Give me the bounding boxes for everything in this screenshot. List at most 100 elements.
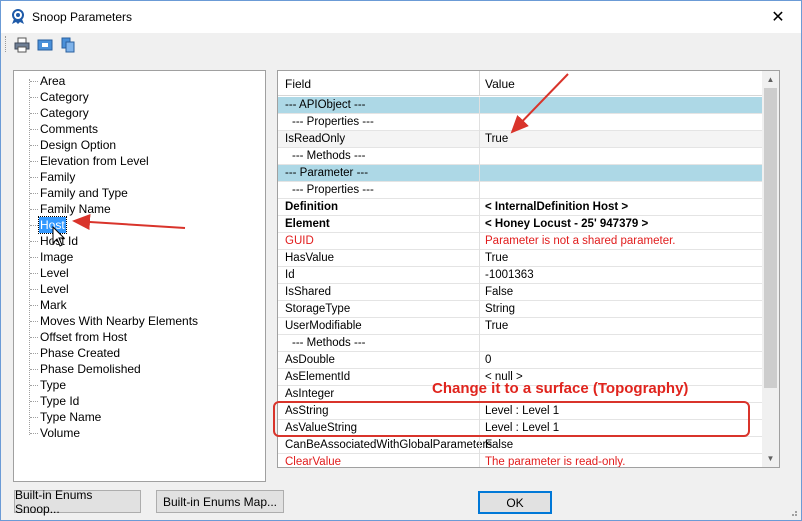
field-cell: AsInteger xyxy=(285,388,335,400)
annotation-text: Change it to a surface (Topography) xyxy=(432,380,689,397)
snoop-app-icon xyxy=(12,9,24,24)
value-cell: Parameter is not a shared parameter. xyxy=(485,235,676,247)
value-cell: False xyxy=(485,286,514,298)
grid-row[interactable]: CanBeAssociatedWithGlobalParameters False xyxy=(278,437,763,454)
grid-row[interactable]: ClearValue The parameter is read-only. xyxy=(278,454,763,468)
resize-grip-icon[interactable] xyxy=(788,507,798,517)
value-cell: < InternalDefinition Host > xyxy=(485,201,629,213)
grid-row[interactable]: Element < Honey Locust - 25' 947379 > xyxy=(278,216,763,233)
preview-icon xyxy=(37,39,53,51)
grid-row[interactable]: --- Properties --- xyxy=(278,182,763,199)
grid-header: Field Value xyxy=(278,71,763,96)
grid-row[interactable]: IsReadOnly True xyxy=(278,131,763,148)
grid-row[interactable]: --- Methods --- xyxy=(278,335,763,352)
value-column-header[interactable]: Value xyxy=(485,77,515,91)
value-cell: True xyxy=(485,252,509,264)
field-cell: HasValue xyxy=(285,252,335,264)
tree-item-label: Host xyxy=(38,216,67,234)
field-cell: AsDouble xyxy=(285,354,335,366)
tree-item-label: Phase Demolished xyxy=(40,362,141,376)
field-cell: ClearValue xyxy=(285,456,342,468)
field-cell: --- Methods --- xyxy=(292,150,366,162)
window-title: Snoop Parameters xyxy=(32,10,133,24)
tree-item-label: Level xyxy=(40,282,69,296)
close-button[interactable]: ✕ xyxy=(755,1,801,33)
grid-scrollbar[interactable]: ▲ ▼ xyxy=(762,71,779,467)
builtin-enums-map-button[interactable]: Built-in Enums Map... xyxy=(156,490,284,513)
field-cell: IsReadOnly xyxy=(285,133,346,145)
grid-row[interactable]: IsShared False xyxy=(278,284,763,301)
ok-button[interactable]: OK xyxy=(478,491,552,514)
value-cell: -1001363 xyxy=(485,269,534,281)
value-cell: String xyxy=(485,303,516,315)
grid-row[interactable]: --- Methods --- xyxy=(278,148,763,165)
tree-item-label: Mark xyxy=(40,298,67,312)
builtin-enums-snoop-button[interactable]: Built-in Enums Snoop... xyxy=(14,488,141,516)
grid-row[interactable]: AsDouble 0 xyxy=(278,352,763,369)
field-cell: Element xyxy=(285,218,330,230)
field-cell: AsElementId xyxy=(285,371,351,383)
tree-item-label: Type xyxy=(40,378,67,392)
tree-item-label: Area xyxy=(40,74,66,88)
parameter-tree[interactable]: Area Category Category Comments Design Optio… xyxy=(13,70,266,482)
tree-item-label: Moves With Nearby Elements xyxy=(40,314,199,328)
scroll-down-arrow-icon[interactable]: ▼ xyxy=(762,450,779,467)
field-cell: --- Properties --- xyxy=(292,116,374,128)
toolbar-grip[interactable] xyxy=(5,36,8,52)
tree-item-label: Volume xyxy=(40,426,81,440)
tree-item-label: Phase Created xyxy=(40,346,121,360)
print-preview-button[interactable] xyxy=(36,36,54,54)
grid-row[interactable]: StorageType String xyxy=(278,301,763,318)
grid-row[interactable]: HasValue True xyxy=(278,250,763,267)
scrollbar-thumb[interactable] xyxy=(764,88,777,388)
highlight-box xyxy=(273,401,750,437)
tree-item-label: Family xyxy=(40,170,76,184)
field-column-header[interactable]: Field xyxy=(285,77,311,91)
field-cell: StorageType xyxy=(285,303,351,315)
copy-button[interactable] xyxy=(59,36,77,54)
tree-item-label: Image xyxy=(40,250,74,264)
value-cell: The parameter is read-only. xyxy=(485,456,626,468)
tree-item-label: Comments xyxy=(40,122,99,136)
field-cell: Id xyxy=(285,269,295,281)
tree-item-label: Elevation from Level xyxy=(40,154,149,168)
tree-item-label: Design Option xyxy=(40,138,117,152)
tree-item-label: Host Id xyxy=(40,234,79,248)
value-cell: True xyxy=(485,133,509,145)
value-cell: True xyxy=(485,320,509,332)
grid-row[interactable]: --- Parameter --- xyxy=(278,165,763,182)
tree-item-label: Category xyxy=(40,90,89,104)
tree-item-label: Family Name xyxy=(40,202,111,216)
grid-row[interactable]: Id -1001363 xyxy=(278,267,763,284)
value-cell: < Honey Locust - 25' 947379 > xyxy=(485,218,649,230)
printer-icon xyxy=(14,37,30,53)
field-cell: --- APIObject --- xyxy=(285,99,366,111)
field-cell: IsShared xyxy=(285,286,332,298)
tree-item-label: Type Name xyxy=(40,410,102,424)
field-cell: --- Properties --- xyxy=(292,184,374,196)
grid-row[interactable]: UserModifiable True xyxy=(278,318,763,335)
title-bar: Snoop Parameters ✕ xyxy=(1,1,801,33)
field-cell: CanBeAssociatedWithGlobalParameters xyxy=(285,439,493,451)
scroll-up-arrow-icon[interactable]: ▲ xyxy=(762,71,779,88)
field-cell: --- Methods --- xyxy=(292,337,366,349)
snoop-parameters-window: Snoop Parameters ✕ Area Category Categor… xyxy=(0,0,802,521)
print-button[interactable] xyxy=(13,36,31,54)
close-icon: ✕ xyxy=(771,9,785,26)
tree-item-label: Type Id xyxy=(40,394,80,408)
value-cell: 0 xyxy=(485,354,492,366)
copy-icon xyxy=(61,37,75,53)
tree-item-label: Level xyxy=(40,266,69,280)
grid-row[interactable]: --- APIObject --- xyxy=(278,97,763,114)
field-cell: Definition xyxy=(285,201,339,213)
tree-item-label: Category xyxy=(40,106,89,120)
grid-row[interactable]: GUID Parameter is not a shared parameter. xyxy=(278,233,763,250)
field-cell: --- Parameter --- xyxy=(285,167,369,179)
tree-item-label: Family and Type xyxy=(40,186,128,200)
field-cell: GUID xyxy=(285,235,314,247)
grid-row[interactable]: Definition < InternalDefinition Host > xyxy=(278,199,763,216)
value-cell: False xyxy=(485,439,514,451)
tree-item-label: Offset from Host xyxy=(40,330,128,344)
grid-row[interactable]: --- Properties --- xyxy=(278,114,763,131)
toolbar xyxy=(1,33,801,57)
